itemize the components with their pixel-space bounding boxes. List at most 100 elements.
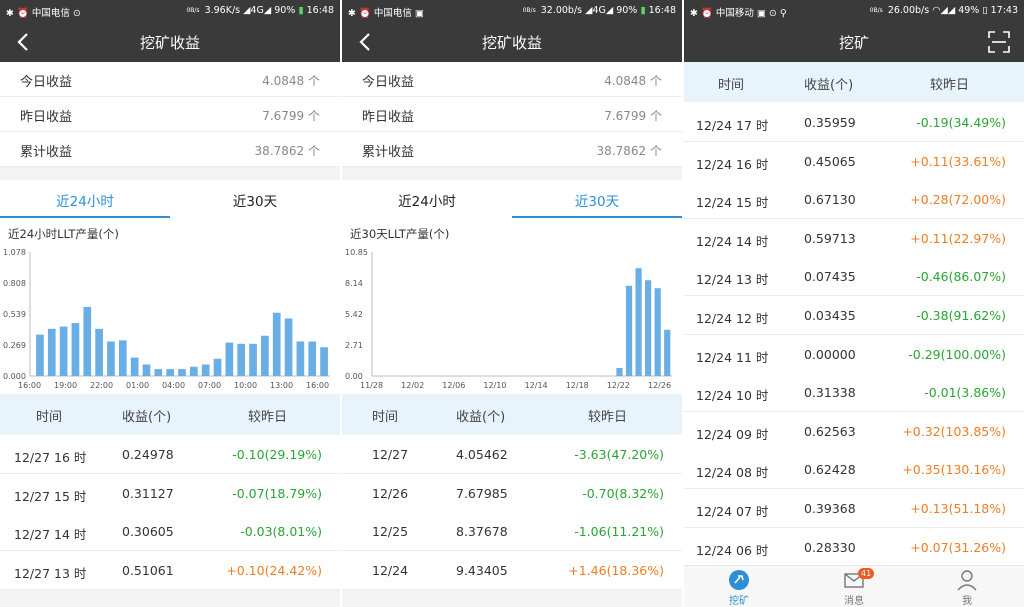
chart-bar: [249, 343, 257, 376]
bottom-tab-label: 消息: [844, 596, 864, 607]
x-tick-label: 12/14: [525, 381, 548, 390]
table-row: 12/27 15 时 0.31127 -0.07(18.79%): [0, 473, 340, 513]
row-time: 12/24 08 时: [696, 465, 769, 481]
battery-icon: ▯: [982, 5, 988, 16]
chart-bar: [59, 326, 68, 376]
row-change: -0.03(8.01%): [240, 524, 322, 540]
row-change: +0.11(22.97%): [910, 230, 1006, 246]
summary-row-total: 累计收益 38.7862 个: [0, 132, 340, 167]
row-time: 12/24 14 时: [696, 233, 769, 249]
user-icon: [957, 570, 977, 591]
row-value: 0.00000: [804, 346, 856, 362]
bottom-tab-me[interactable]: 我: [937, 569, 997, 607]
col-time: 时间: [36, 410, 63, 425]
chart-bar: [625, 285, 633, 376]
chart-bar: [664, 329, 671, 376]
bottom-tab-messages[interactable]: 41 消息: [824, 568, 884, 607]
bottom-tab-bar: 挖矿 41 消息 我: [684, 565, 1024, 607]
y-tick-label: 0.000: [3, 372, 26, 381]
summary-row-today: 今日收益 4.0848 个: [342, 62, 682, 97]
bottom-tab-mining[interactable]: 挖矿: [709, 569, 769, 607]
x-tick-label: 11/28: [360, 381, 383, 390]
row-change: +0.07(31.26%): [910, 539, 1006, 555]
tab-24h[interactable]: 近24小时: [342, 180, 512, 218]
row-change: -0.29(100.00%): [908, 346, 1006, 362]
summary-row-total: 累计收益 38.7862 个: [342, 132, 682, 167]
table-row: 12/27 16 时 0.24978 -0.10(29.19%): [0, 435, 340, 474]
period-tabs: 近24小时 近30天: [342, 180, 682, 218]
x-tick-label: 12/10: [483, 381, 506, 390]
x-tick-label: 04:00: [162, 381, 185, 390]
chart-bar: [130, 357, 139, 376]
row-time: 12/24 16 时: [696, 156, 769, 172]
row-time: 12/24 10 时: [696, 388, 769, 404]
chart-title: 近30天LLT产量(个): [350, 227, 450, 241]
row-change: -0.46(86.07%): [916, 269, 1006, 285]
net-speed: 3.96K/s: [204, 5, 241, 16]
table-row: 12/24 10 时 0.31338 -0.01(3.86%): [684, 373, 1024, 413]
row-time: 12/27 14 时: [14, 527, 87, 543]
tab-24h[interactable]: 近24小时: [0, 180, 170, 218]
row-change: +0.11(33.61%): [910, 153, 1006, 169]
table-row: 12/24 16 时 0.45065 +0.11(33.61%): [684, 141, 1024, 181]
chart-bar: [107, 341, 115, 376]
chart-bar: [47, 328, 56, 376]
clock: 16:48: [648, 5, 676, 16]
x-tick-label: 12/18: [566, 381, 589, 390]
scan-icon[interactable]: [988, 31, 1010, 53]
chart-24h: 近24小时LLT产量(个) 0.000 0.269 0.539 0.808 1.078 1…: [0, 218, 340, 394]
chart-bar: [36, 334, 44, 376]
summary-row-yesterday: 昨日收益 7.6799 个: [0, 97, 340, 132]
row-value: 4.05462: [456, 447, 508, 462]
unread-badge: 41: [858, 568, 875, 579]
row-change: +0.35(130.16%): [902, 462, 1006, 478]
status-left: ✱ ⏰ 中国移动 ▣ ⊙ ⚲: [690, 8, 787, 19]
page-title: 挖矿收益: [481, 34, 542, 52]
row-time: 12/24 11 时: [696, 349, 769, 365]
row-time: 12/27 13 时: [14, 565, 87, 581]
carrier-label: 中国电信: [373, 8, 412, 19]
row-time: 12/24 15 时: [696, 195, 769, 211]
x-tick-label: 12/22: [607, 381, 630, 390]
row-change: +1.46(18.36%): [568, 562, 664, 578]
row-value: 0.67130: [804, 192, 856, 208]
bar-chart-30d: 0.00 2.71 5.42 8.14 10.85 11/28 12/02 12/06 12/1…: [345, 248, 672, 390]
tab-30d[interactable]: 近30天: [512, 180, 682, 218]
battery-icon: ▮: [298, 5, 304, 16]
row-value: 0.62563: [804, 423, 856, 439]
y-tick-label: 0.808: [3, 279, 26, 288]
row-time: 12/24 13 时: [696, 272, 769, 288]
bottom-tab-label: 我: [962, 596, 972, 607]
table-row: 12/24 9.43405 +1.46(18.36%): [342, 550, 682, 590]
summary-value: 4.0848 个: [262, 74, 320, 88]
y-tick-label: 8.14: [345, 279, 363, 288]
row-time: 12/24 17 时: [696, 118, 769, 133]
row-value: 7.67985: [456, 485, 508, 501]
summary-label: 累计收益: [20, 145, 73, 160]
chart-bar: [308, 341, 317, 376]
wifi-icon: ◠: [932, 5, 941, 16]
table-row: 12/24 07 时 0.39368 +0.13(51.18%): [684, 489, 1024, 528]
table-row: 12/24 11 时 0.00000 -0.29(100.00%): [684, 334, 1024, 374]
chart-bar: [95, 328, 103, 376]
row-time: 12/25: [372, 524, 409, 540]
row-change: -0.07(18.79%): [232, 485, 322, 501]
row-value: 0.62428: [804, 462, 856, 478]
signal-label: 4G: [592, 5, 606, 16]
summary-label: 今日收益: [362, 75, 415, 90]
summary-value: 4.0848 个: [604, 74, 662, 88]
chart-bar: [261, 335, 269, 376]
nav-bar: 挖矿收益: [0, 22, 340, 62]
y-tick-label: 1.078: [3, 248, 26, 257]
chart-bar: [178, 369, 186, 376]
row-value: 0.07435: [804, 269, 856, 285]
row-time: 12/24 07 时: [696, 504, 769, 519]
table-header: 时间 收益(个) 较昨日: [342, 394, 682, 434]
panel-24h: ✱ ⏰ 中国电信 ⊙ 0B/s 3.96K/s ◢4G◢ 90% ▮ 16:48…: [0, 0, 340, 607]
chart-bar: [154, 369, 163, 376]
clock: 17:43: [990, 5, 1018, 16]
tab-30d[interactable]: 近30天: [170, 180, 340, 218]
net-speed-small: 0B/s: [522, 7, 536, 14]
col-value: 收益(个): [122, 410, 172, 425]
chart-bar: [71, 323, 80, 376]
